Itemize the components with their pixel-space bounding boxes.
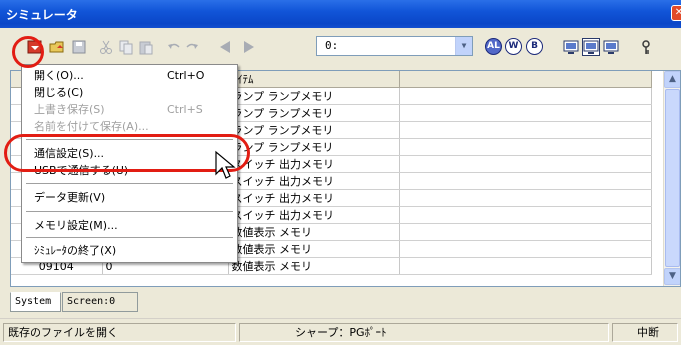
previous-button[interactable] bbox=[216, 38, 234, 56]
cell-comment[interactable] bbox=[399, 257, 652, 275]
cell-item[interactable]: 数値表示 メモリ bbox=[228, 240, 400, 258]
toolbar: 0: ▼ AL W B bbox=[0, 28, 681, 66]
redo-icon bbox=[186, 43, 198, 49]
menu-item-open-shortcut: Ctrl+O bbox=[167, 69, 205, 82]
scissors-icon bbox=[100, 40, 112, 54]
address-combobox[interactable]: 0: ▼ bbox=[316, 36, 473, 56]
copy-button[interactable] bbox=[117, 38, 135, 56]
cell-item[interactable]: ランプ ランプメモリ bbox=[228, 138, 400, 156]
address-value: 0: bbox=[325, 39, 339, 52]
menu-item-memory-settings-label: メモリ設定(M)... bbox=[34, 219, 118, 232]
cell-comment[interactable] bbox=[399, 189, 652, 207]
tab-system[interactable]: System bbox=[10, 292, 61, 312]
cell-comment[interactable] bbox=[399, 240, 652, 258]
cell-comment[interactable] bbox=[399, 104, 652, 122]
column-header-comment[interactable] bbox=[399, 71, 652, 88]
screen-view-2-button[interactable] bbox=[582, 38, 600, 56]
cell-item[interactable]: ランプ ランプメモリ bbox=[228, 121, 400, 139]
cell-item[interactable]: スイッチ 出力メモリ bbox=[228, 206, 400, 224]
status-message: 既存のファイルを開く bbox=[3, 323, 236, 342]
cell-item[interactable]: ランプ ランプメモリ bbox=[228, 87, 400, 105]
menu-item-exit-simulator-label: ｼﾐｭﾚｰﾀの終了(X) bbox=[34, 244, 117, 257]
status-bar: 既存のファイルを開く シャープ：PGﾎﾟｰﾄ 中断 bbox=[0, 318, 681, 345]
menu-item-memory-settings[interactable]: メモリ設定(M)... bbox=[22, 217, 237, 234]
status-connection: シャープ：PGﾎﾟｰﾄ bbox=[239, 323, 609, 342]
menu-item-save-as[interactable]: 名前を付けて保存(A)... bbox=[22, 118, 237, 135]
cell-comment[interactable] bbox=[399, 172, 652, 190]
status-state: 中断 bbox=[612, 323, 678, 342]
cell-item[interactable]: スイッチ 出力メモリ bbox=[228, 155, 400, 173]
mode-b-button[interactable]: B bbox=[526, 38, 543, 55]
simulator-window: シミュレータ ✕ 0: ▼ AL W B ｱｲﾃﾑ ランプ ランプメモリ ランプ… bbox=[0, 0, 681, 345]
monitor-icon bbox=[583, 40, 599, 54]
cut-button[interactable] bbox=[97, 38, 115, 56]
triangle-right-icon bbox=[244, 41, 254, 53]
screen-view-3-button[interactable] bbox=[602, 38, 620, 56]
monitor-icon bbox=[563, 40, 579, 54]
screen-view-1-button[interactable] bbox=[562, 38, 580, 56]
title-bar[interactable]: シミュレータ ✕ bbox=[0, 0, 681, 28]
cell-comment[interactable] bbox=[399, 87, 652, 105]
cell-comment[interactable] bbox=[399, 206, 652, 224]
paste-icon bbox=[139, 41, 153, 55]
open-button[interactable] bbox=[48, 38, 66, 56]
annotation-circle-file-button bbox=[12, 36, 44, 68]
menu-item-save[interactable]: 上書き保存(S) Ctrl+S bbox=[22, 101, 237, 118]
menu-item-save-label: 上書き保存(S) bbox=[34, 103, 105, 116]
chevron-down-icon[interactable]: ▼ bbox=[455, 37, 472, 55]
cell-item[interactable]: スイッチ 出力メモリ bbox=[228, 172, 400, 190]
menu-separator bbox=[26, 211, 233, 212]
next-button[interactable] bbox=[240, 38, 258, 56]
menu-separator bbox=[26, 183, 233, 184]
menu-item-close[interactable]: 閉じる(C) bbox=[22, 84, 237, 101]
save-button[interactable] bbox=[70, 38, 88, 56]
copy-icon bbox=[119, 40, 133, 55]
menu-item-exit-simulator[interactable]: ｼﾐｭﾚｰﾀの終了(X) bbox=[22, 242, 237, 259]
cell-comment[interactable] bbox=[399, 138, 652, 156]
chevron-down-icon[interactable]: ▼ bbox=[664, 268, 680, 285]
mode-w-button[interactable]: W bbox=[505, 38, 522, 55]
window-title: シミュレータ bbox=[6, 8, 78, 22]
tab-screen-0[interactable]: Screen:0 bbox=[62, 292, 138, 312]
undo-button[interactable] bbox=[165, 38, 183, 56]
folder-open-icon bbox=[49, 41, 64, 53]
paste-button[interactable] bbox=[137, 38, 155, 56]
close-window-button[interactable]: ✕ bbox=[671, 5, 681, 21]
cell-item[interactable]: スイッチ 出力メモリ bbox=[228, 189, 400, 207]
menu-item-open-label: 開く(O)... bbox=[34, 69, 84, 82]
settings-button[interactable] bbox=[639, 38, 657, 56]
key-icon bbox=[642, 40, 650, 54]
menu-item-close-label: 閉じる(C) bbox=[34, 86, 84, 99]
redo-button[interactable] bbox=[183, 38, 201, 56]
scrollbar-thumb[interactable] bbox=[665, 89, 680, 267]
cell-comment[interactable] bbox=[399, 223, 652, 241]
cell-item[interactable]: 数値表示 メモリ bbox=[228, 257, 400, 275]
cell-comment[interactable] bbox=[399, 155, 652, 173]
vertical-scrollbar[interactable]: ▲ ▼ bbox=[663, 71, 680, 286]
column-header-item[interactable]: ｱｲﾃﾑ bbox=[228, 71, 400, 88]
mode-al-button[interactable]: AL bbox=[485, 38, 502, 55]
monitor-icon bbox=[603, 40, 619, 54]
save-icon bbox=[72, 40, 86, 54]
cell-comment[interactable] bbox=[399, 121, 652, 139]
undo-icon bbox=[168, 43, 180, 49]
cell-item[interactable]: 数値表示 メモリ bbox=[228, 223, 400, 241]
menu-item-open[interactable]: 開く(O)... Ctrl+O bbox=[22, 67, 237, 84]
menu-separator bbox=[26, 237, 233, 238]
cell-item[interactable]: ランプ ランプメモリ bbox=[228, 104, 400, 122]
menu-item-data-update[interactable]: データ更新(V) bbox=[22, 189, 237, 206]
menu-item-data-update-label: データ更新(V) bbox=[34, 191, 106, 204]
menu-item-save-as-label: 名前を付けて保存(A)... bbox=[34, 120, 149, 133]
mouse-cursor-icon bbox=[215, 150, 236, 179]
chevron-up-icon[interactable]: ▲ bbox=[664, 71, 680, 88]
triangle-left-icon bbox=[220, 41, 230, 53]
menu-item-save-shortcut: Ctrl+S bbox=[167, 103, 203, 116]
